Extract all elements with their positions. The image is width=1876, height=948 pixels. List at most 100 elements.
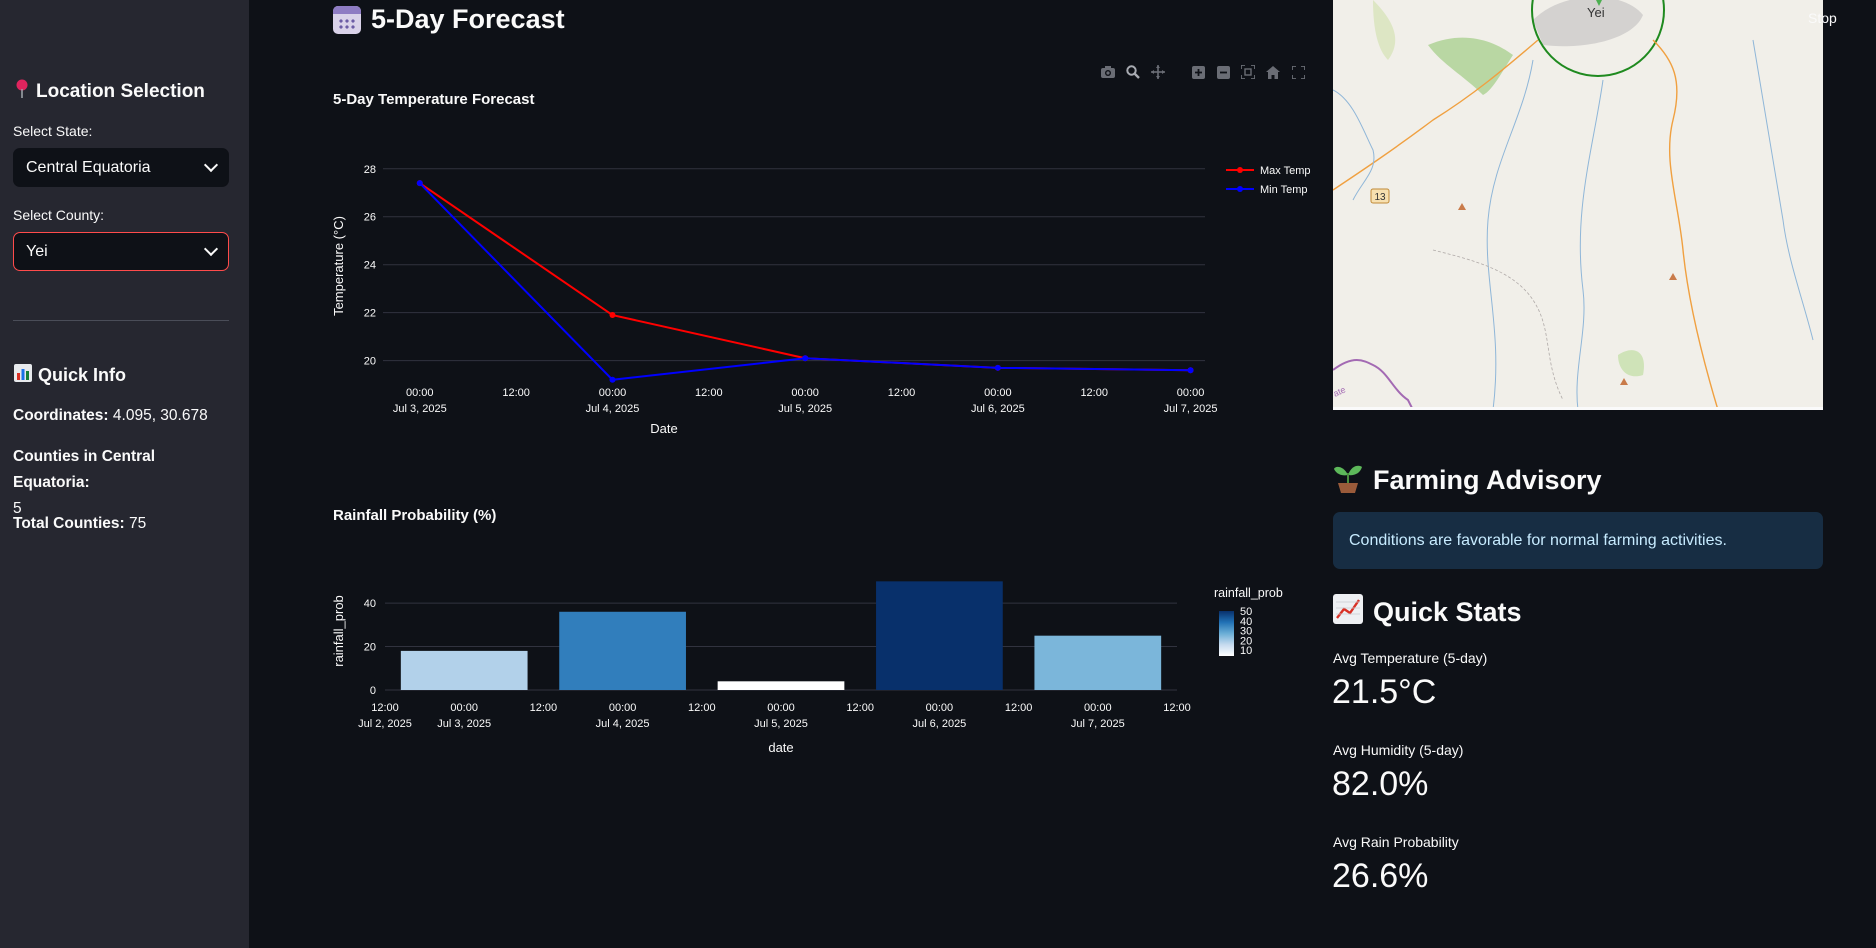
map-river [1486, 59, 1534, 410]
rainfall-x-tick-time: 00:00 [609, 702, 637, 714]
fullscreen-icon[interactable] [1290, 64, 1306, 80]
map-river [1752, 39, 1814, 341]
location-map[interactable]: Yei 13 ate [1333, 0, 1823, 410]
rainfall-x-tick-time: 12:00 [371, 702, 399, 714]
temperature-y-tick-label: 22 [364, 308, 376, 320]
temperature-y-tick-label: 20 [364, 356, 376, 368]
chart-increasing-icon [1333, 594, 1363, 631]
coordinates-info: Coordinates: 4.095, 30.678 [13, 403, 233, 429]
forecast-heading: 5-Day Forecast [333, 4, 565, 35]
rainfall-x-tick-date: Jul 3, 2025 [437, 718, 491, 730]
coordinates-value: 4.095, 30.678 [112, 407, 208, 424]
colorbar-title: rainfall_prob [1214, 586, 1283, 600]
temperature-series-line[interactable] [419, 182, 1191, 381]
chevron-down-icon [203, 157, 219, 173]
seedling-icon [1333, 461, 1363, 500]
stat-value-temperature: 21.5°C [1332, 673, 1437, 711]
peak-icon [1458, 203, 1466, 210]
rainfall-bar[interactable] [559, 611, 686, 690]
rainfall-x-tick-time: 00:00 [1084, 702, 1112, 714]
map-road [1652, 39, 1719, 410]
temperature-data-point[interactable] [609, 312, 616, 319]
county-select[interactable]: Yei [13, 232, 229, 271]
chevron-down-icon [203, 241, 219, 257]
rainfall-y-tick-label: 40 [364, 598, 376, 610]
county-label: Select County: [13, 207, 105, 223]
temperature-legend-label[interactable]: Max Temp [1260, 165, 1311, 177]
stat-value-rain-probability: 26.6% [1332, 857, 1429, 895]
temperature-x-tick-time: 12:00 [695, 387, 723, 399]
temperature-legend-marker [1237, 167, 1243, 173]
map-boundary [1333, 359, 1414, 410]
temperature-data-point[interactable] [1187, 367, 1194, 374]
colorbar-gradient [1219, 611, 1234, 656]
rainfall-x-tick-time: 12:00 [530, 702, 558, 714]
total-counties-info: Total Counties: 75 [13, 511, 233, 537]
temperature-data-point[interactable] [994, 364, 1001, 371]
rainfall-bar[interactable] [1034, 635, 1162, 690]
modebar-spacer [1175, 64, 1181, 80]
temperature-data-point[interactable] [802, 355, 809, 362]
zoom-icon[interactable] [1125, 64, 1141, 80]
counties-in-state-label: Counties in Central Equatoria: [13, 448, 156, 491]
temperature-chart[interactable]: 20 22 24 26 28 00:00 Jul 3, 2025 12:00 00:00 Jul… [325, 110, 1325, 450]
temperature-x-tick-date: Jul 5, 2025 [778, 403, 832, 415]
state-select-value: Central Equatoria [26, 158, 151, 176]
stat-label-rain-probability: Avg Rain Probability [1333, 834, 1459, 850]
rainfall-bar[interactable] [717, 681, 845, 690]
map-river [1576, 79, 1604, 410]
pan-icon[interactable] [1150, 64, 1166, 80]
zoom-out-icon[interactable] [1215, 64, 1231, 80]
colorbar-tick-label: 10 [1240, 645, 1252, 657]
temperature-x-tick-time: 00:00 [984, 387, 1012, 399]
reset-axes-icon[interactable] [1265, 64, 1281, 80]
rainfall-bar[interactable] [876, 581, 1003, 690]
stat-label-temperature: Avg Temperature (5-day) [1333, 650, 1488, 666]
temperature-x-tick-time: 12:00 [1080, 387, 1108, 399]
quick-stats-heading: Quick Stats [1333, 594, 1522, 631]
temperature-legend-label[interactable]: Min Temp [1260, 184, 1307, 196]
temperature-series-line[interactable] [419, 182, 1191, 372]
map-track [1432, 249, 1564, 401]
temperature-chart-title: 5-Day Temperature Forecast [333, 91, 535, 108]
farming-advisory-heading: Farming Advisory [1333, 461, 1602, 500]
temperature-x-tick-time: 00:00 [791, 387, 819, 399]
rainfall-x-tick-date: Jul 7, 2025 [1071, 718, 1125, 730]
autoscale-icon[interactable] [1240, 64, 1256, 80]
temperature-y-tick-label: 26 [364, 212, 376, 224]
rainfall-x-tick-date: Jul 6, 2025 [912, 718, 966, 730]
peak-icon [1620, 378, 1628, 385]
rainfall-y-axis-title: rainfall_prob [331, 595, 346, 667]
temperature-legend-marker [1237, 186, 1243, 192]
temperature-x-tick-time: 00:00 [406, 387, 434, 399]
rainfall-chart-title: Rainfall Probability (%) [333, 507, 497, 524]
rainfall-bar[interactable] [400, 650, 528, 690]
map-town-label: Yei [1587, 5, 1605, 20]
calendar-icon [333, 5, 361, 34]
map-tiles: Yei 13 ate [1333, 0, 1823, 410]
rainfall-x-tick-date: Jul 4, 2025 [596, 718, 650, 730]
map-boundary-label: ate [1333, 384, 1347, 398]
zoom-in-icon[interactable] [1190, 64, 1206, 80]
temperature-x-axis-title: Date [650, 421, 677, 436]
total-counties-value: 75 [128, 515, 147, 532]
rainfall-chart[interactable]: 0 20 40 12:00 Jul 2, 2025 00:00 Jul 3, 2025 12… [325, 540, 1325, 770]
rainfall-x-tick-date: Jul 2, 2025 [358, 718, 412, 730]
temperature-data-point[interactable] [416, 180, 423, 187]
temperature-legend[interactable]: Max Temp Min Temp [1226, 165, 1311, 196]
camera-icon[interactable] [1100, 64, 1116, 80]
rainfall-x-tick-time: 12:00 [1005, 702, 1033, 714]
rainfall-x-tick-time: 00:00 [926, 702, 954, 714]
temperature-data-point[interactable] [609, 376, 616, 383]
total-counties-label: Total Counties: [13, 515, 125, 532]
advisory-alert: Conditions are favorable for normal farm… [1333, 512, 1823, 569]
coordinates-label: Coordinates: [13, 407, 109, 424]
round-pushpin-icon [14, 79, 30, 104]
state-select[interactable]: Central Equatoria [13, 148, 229, 187]
stat-value-humidity: 82.0% [1332, 765, 1429, 803]
temperature-x-tick-time: 12:00 [502, 387, 530, 399]
stop-button[interactable]: Stop [1808, 10, 1837, 26]
map-green-area [1618, 350, 1644, 377]
map-park-area [1373, 0, 1396, 60]
rainfall-x-axis-title: date [768, 740, 793, 755]
